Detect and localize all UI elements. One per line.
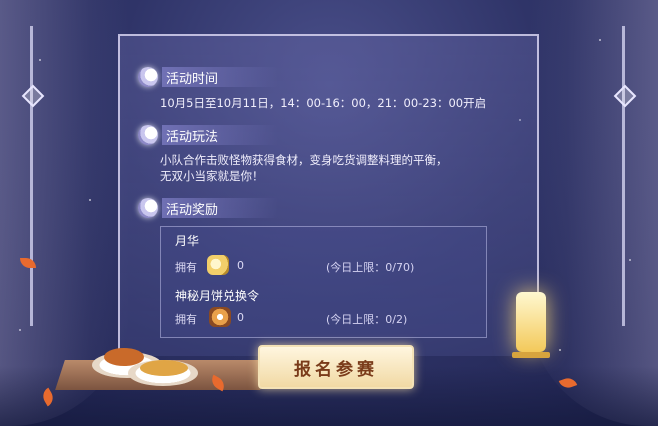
fish-dish-icon	[140, 360, 188, 376]
moon-essence-icon[interactable]	[207, 255, 229, 275]
daily-limit: (今日上限：0/2)	[326, 313, 408, 326]
diamond-ornament-icon	[613, 84, 637, 108]
section-header-gameplay: 活动玩法	[138, 124, 279, 146]
section-title: 活动时间	[162, 67, 279, 87]
right-pole	[622, 26, 625, 326]
daily-limit: (今日上限：0/70)	[326, 261, 415, 274]
moon-icon	[138, 67, 158, 87]
left-pole	[30, 26, 33, 326]
right-curtain	[528, 0, 658, 426]
own-count: 0	[237, 311, 244, 324]
own-count: 0	[237, 259, 244, 272]
reward-list: 月华 拥有 0 (今日上限：0/70) 神秘月饼兑换令 拥有 0 (今日上限：0…	[160, 226, 487, 338]
mooncake-token-icon[interactable]	[209, 307, 231, 327]
maple-leaf-icon	[20, 258, 36, 268]
section-title: 活动奖励	[162, 198, 279, 218]
join-competition-button[interactable]: 报名参赛	[258, 345, 414, 389]
lantern-icon	[516, 292, 546, 352]
moon-icon	[138, 198, 158, 218]
section-header-rewards: 活动奖励	[138, 197, 279, 219]
activity-time-text: 10月5日至10月11日，14：00-16：00，21：00-23：00开启	[160, 96, 487, 110]
section-header-time: 活动时间	[138, 66, 279, 88]
reward-name: 神秘月饼兑换令	[175, 289, 260, 303]
reward-name: 月华	[175, 234, 200, 248]
moon-icon	[138, 125, 158, 145]
own-label: 拥有	[175, 261, 197, 274]
own-label: 拥有	[175, 313, 197, 326]
diamond-ornament-icon	[21, 84, 45, 108]
gameplay-text-line1: 小队合作击败怪物获得食材，变身吃货调整料理的平衡，	[160, 153, 448, 167]
lantern-stand	[512, 352, 550, 358]
section-title: 活动玩法	[162, 125, 279, 145]
roast-dish-icon	[104, 348, 144, 366]
gameplay-text-line2: 无双小当家就是你！	[160, 169, 264, 183]
